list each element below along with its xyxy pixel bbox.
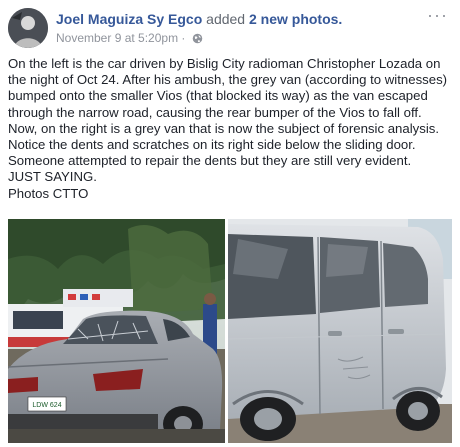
- post-action-text: added: [206, 11, 246, 27]
- post-text-line: Someone attempted to repair the dents bu…: [8, 153, 412, 169]
- license-plate: LDW 624: [32, 402, 61, 409]
- post-text-line: through the narrow road, causing the rea…: [8, 104, 422, 120]
- meta-separator: ·: [181, 31, 186, 45]
- photo-right-van[interactable]: [228, 219, 452, 443]
- globe-icon[interactable]: [192, 32, 203, 48]
- post-header: Joel Maguiza Sy Egco added 2 new photos.…: [8, 6, 452, 48]
- post-header-text: Joel Maguiza Sy Egco added 2 new photos.…: [56, 10, 422, 48]
- post-text-line: Now, on the right is a grey van that is …: [8, 120, 440, 136]
- post-text-line: On the left is the car driven by Bislig …: [8, 56, 441, 71]
- post-text-line: the night of Oct 24. After his ambush, t…: [8, 72, 448, 88]
- more-options-icon[interactable]: ···: [427, 6, 448, 24]
- post-text-line: bumped onto the smaller Vios (that block…: [8, 88, 428, 104]
- avatar[interactable]: [8, 8, 48, 48]
- post-body: On the left is the car driven by Bislig …: [8, 56, 454, 202]
- facebook-post: Joel Maguiza Sy Egco added 2 new photos.…: [0, 0, 460, 447]
- post-text-line: JUST SAYING.: [8, 169, 97, 185]
- author-name-link[interactable]: Joel Maguiza Sy Egco: [56, 11, 202, 27]
- post-text-line: Notice the dents and scratches on its ri…: [8, 137, 416, 153]
- post-text-line: Photos CTTO: [8, 185, 89, 201]
- post-timestamp[interactable]: November 9 at 5:20pm: [56, 31, 178, 45]
- photo-left-car[interactable]: LDW 624: [8, 219, 225, 443]
- new-photos-link[interactable]: 2 new photos.: [249, 11, 342, 27]
- post-meta: November 9 at 5:20pm ·: [56, 30, 422, 48]
- post-title-line: Joel Maguiza Sy Egco added 2 new photos.: [56, 10, 422, 28]
